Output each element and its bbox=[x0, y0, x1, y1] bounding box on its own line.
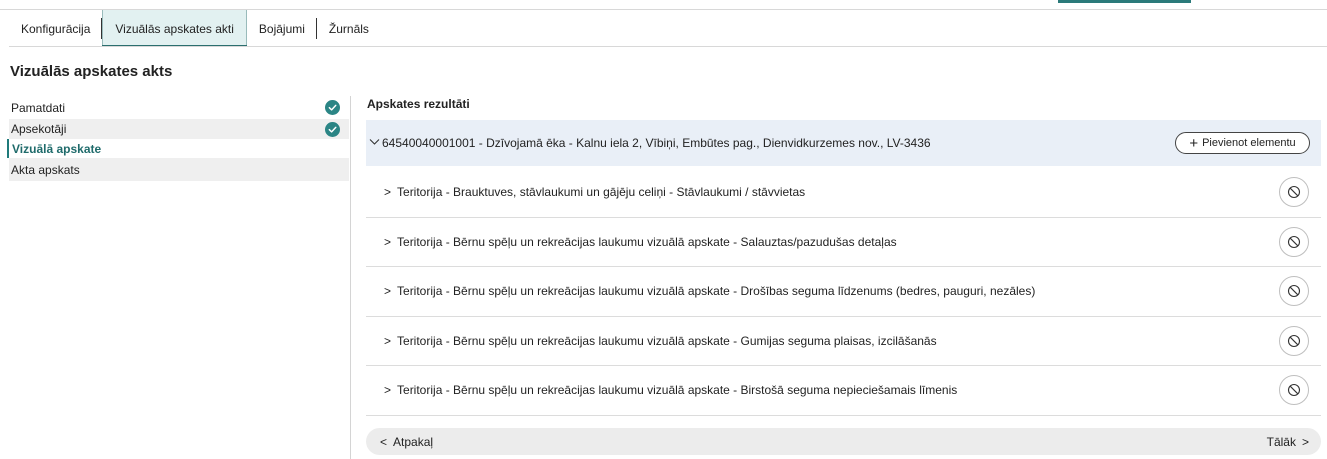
chevron-right-icon: > bbox=[384, 383, 392, 398]
tab-label: Žurnāls bbox=[328, 21, 369, 36]
list-item[interactable]: > Teritorija - Bērnu spēļu un rekreācijas… bbox=[366, 317, 1321, 366]
add-element-button[interactable]: + Pievienot elementu bbox=[1175, 132, 1310, 154]
chevron-right-icon: > bbox=[384, 234, 392, 249]
step-sidebar: Pamatdati Apsekotāji Vizuālā apskate Akt… bbox=[7, 96, 349, 181]
tab-label: Konfigurācija bbox=[21, 21, 91, 36]
list-item-label: Teritorija - Bērnu spēļu un rekreācijas … bbox=[397, 284, 1036, 299]
ban-button[interactable] bbox=[1279, 375, 1309, 406]
top-accent-bar bbox=[1058, 0, 1191, 3]
ban-button[interactable] bbox=[1279, 226, 1309, 257]
ban-icon bbox=[1287, 384, 1301, 397]
add-element-label: Pievienot elementu bbox=[1202, 137, 1296, 149]
list-item-label: Teritorija - Bērnu spēļu un rekreācijas … bbox=[397, 333, 937, 348]
sidebar-item-label: Apsekotāji bbox=[11, 122, 67, 136]
check-icon bbox=[325, 100, 340, 115]
sidebar-item-label: Pamatdati bbox=[11, 100, 66, 115]
page-title: Vizuālās apskates akts bbox=[10, 63, 173, 80]
sidebar-item-label: Vizuālā apskate bbox=[12, 141, 102, 156]
chevron-right-icon: > bbox=[384, 284, 392, 299]
next-label: Tālāk bbox=[1266, 434, 1296, 449]
check-icon bbox=[325, 121, 340, 137]
ban-button[interactable] bbox=[1279, 325, 1309, 356]
chevron-left-icon: < bbox=[380, 434, 388, 449]
chevron-right-icon: > bbox=[384, 185, 392, 200]
object-group-label: 64540040001001 - Dzīvojamā ēka - Kalnu i… bbox=[382, 136, 931, 150]
tab-zurnals[interactable]: Žurnāls bbox=[317, 10, 381, 47]
plus-icon: + bbox=[1189, 134, 1199, 152]
tab-bojajumi[interactable]: Bojājumi bbox=[247, 10, 317, 47]
chevron-right-icon: > bbox=[1301, 434, 1309, 449]
list-item-label: Teritorija - Bērnu spēļu un rekreācijas … bbox=[397, 383, 958, 398]
tab-label: Vizuālās apskates akti bbox=[115, 21, 234, 36]
ban-icon bbox=[1287, 235, 1301, 248]
sidebar-item-label: Akta apskats bbox=[11, 162, 80, 177]
ban-icon bbox=[1287, 186, 1301, 199]
back-button[interactable]: < Atpakaļ bbox=[380, 435, 433, 449]
back-label: Atpakaļ bbox=[393, 434, 434, 449]
list-item-label: Teritorija - Bērnu spēļu un rekreācijas … bbox=[397, 234, 897, 249]
tab-vizualas-apskates-akti[interactable]: Vizuālās apskates akti bbox=[102, 10, 247, 47]
footer-navigation: < Atpakaļ Tālāk > bbox=[366, 428, 1321, 455]
sidebar-item-vizuala-apskate[interactable]: Vizuālā apskate bbox=[7, 139, 349, 158]
sidebar-divider bbox=[350, 96, 351, 459]
object-group-header[interactable]: 64540040001001 - Dzīvojamā ēka - Kalnu i… bbox=[366, 120, 1321, 166]
sidebar-item-pamatdati[interactable]: Pamatdati bbox=[9, 96, 349, 119]
list-item[interactable]: > Teritorija - Bērnu spēļu un rekreācijas… bbox=[366, 218, 1321, 267]
list-item[interactable]: > Teritorija - Bērnu spēļu un rekreācijas… bbox=[366, 267, 1321, 317]
ban-button[interactable] bbox=[1279, 177, 1309, 208]
tab-label: Bojājumi bbox=[258, 21, 305, 36]
tab-bar: Konfigurācija Vizuālās apskates akti Boj… bbox=[9, 10, 381, 47]
next-button[interactable]: Tālāk > bbox=[1267, 435, 1309, 449]
ban-icon bbox=[1287, 285, 1301, 298]
list-item[interactable]: > Teritorija - Bērnu spēļu un rekreācijas… bbox=[366, 366, 1321, 416]
results-title: Apskates rezultāti bbox=[367, 97, 470, 111]
chevron-right-icon: > bbox=[384, 333, 392, 348]
list-item-label: Teritorija - Brauktuves, stāvlaukumi un … bbox=[397, 185, 806, 200]
list-item[interactable]: > Teritorija - Brauktuves, stāvlaukumi un… bbox=[366, 168, 1321, 218]
tabs-divider bbox=[9, 46, 1327, 47]
ban-button[interactable] bbox=[1279, 276, 1309, 307]
chevron-down-icon bbox=[369, 137, 380, 149]
tab-konfiguracija[interactable]: Konfigurācija bbox=[9, 10, 103, 47]
ban-icon bbox=[1287, 334, 1301, 347]
results-list: > Teritorija - Brauktuves, stāvlaukumi un… bbox=[366, 168, 1321, 416]
sidebar-item-akta-apskats[interactable]: Akta apskats bbox=[9, 158, 349, 181]
sidebar-item-apsekotaji[interactable]: Apsekotāji bbox=[9, 119, 349, 139]
